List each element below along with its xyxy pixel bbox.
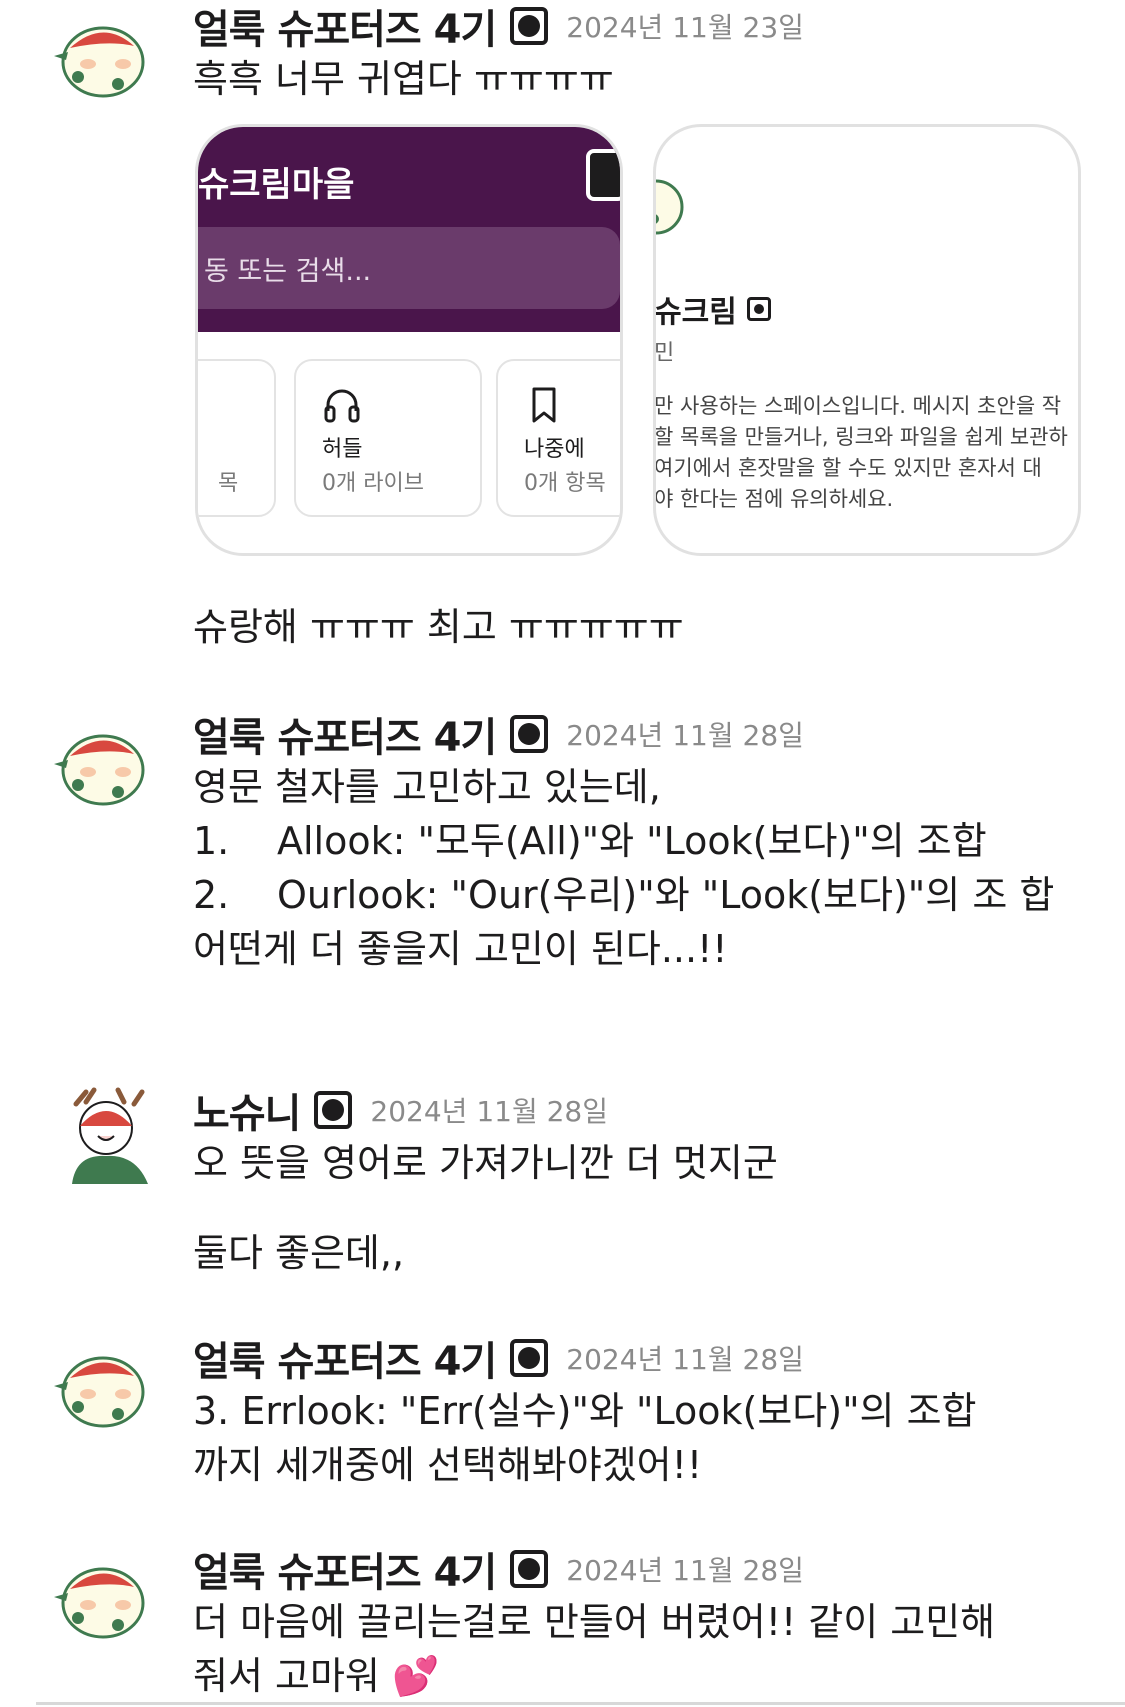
divider [36, 1702, 1125, 1705]
desc-line: 여기에서 혼잣말을 할 수도 있지만 혼자서 대 [654, 456, 1042, 480]
tile-later: 나중에 0개 항목 [496, 359, 620, 517]
message-text: 둘다 좋은데,, [193, 1231, 405, 1275]
profile-name: 슈크림 [654, 287, 771, 331]
avatar[interactable] [48, 1553, 158, 1643]
screenshot-preview-home[interactable]: 슈크림마을 동 또는 검색... 목 허들 0개 라이브 나중에 0개 항목 [195, 124, 623, 556]
tile-title: 나중에 [524, 437, 585, 462]
message-text: 까지 세개중에 선택해봐야겠어!! [193, 1443, 703, 1487]
list-text: Allook: "모두(All)"와 "Look(보다)"의 조합 [277, 819, 987, 863]
workspace-badge-icon [510, 7, 549, 45]
message-text: 흑흑 너무 귀엽다 ㅠㅠㅠㅠ [193, 57, 614, 101]
tile-sub: 0개 라이브 [322, 471, 424, 496]
timestamp[interactable]: 2024년 11월 28일 [370, 1090, 608, 1130]
author-name[interactable]: 얼룩 슈포터즈 4기 [193, 1540, 497, 1598]
author-name[interactable]: 얼룩 슈포터즈 4기 [193, 705, 497, 763]
profile-description: 만 사용하는 스페이스입니다. 메시지 초안을 작 할 목록을 만들거나, 링크… [654, 391, 1078, 515]
author-name[interactable]: 얼룩 슈포터즈 4기 [193, 0, 497, 55]
search-box: 동 또는 검색... [198, 227, 620, 309]
message-text: 슈랑해 ㅠㅠㅠ 최고 ㅠㅠㅠㅠㅠ [193, 605, 684, 649]
message-text: 더 마음에 끌리는걸로 만들어 버렸어!! 같이 고민해 [193, 1600, 996, 1644]
avatar[interactable] [48, 1342, 158, 1432]
timestamp[interactable]: 2024년 11월 28일 [566, 1549, 804, 1589]
list-number: 1. [193, 819, 230, 863]
author-name[interactable]: 얼룩 슈포터즈 4기 [193, 1329, 497, 1387]
message-text: 3. Errlook: "Err(실수)"와 "Look(보다)"의 조합 [193, 1389, 977, 1433]
tile-list: 목 [198, 359, 276, 517]
avatar[interactable] [48, 720, 158, 810]
bookmark-icon [532, 387, 556, 423]
timestamp[interactable]: 2024년 11월 28일 [566, 714, 804, 754]
workspace-name: 슈크림마을 [198, 165, 355, 205]
profile-avatar [656, 179, 684, 235]
workspace-icon [586, 149, 620, 201]
list-text: Ourlook: "Our(우리)"와 "Look(보다)"의 조 합 [277, 873, 1055, 917]
message-text: 영문 철자를 고민하고 있는데, [193, 765, 661, 809]
timestamp[interactable]: 2024년 11월 23일 [566, 6, 804, 46]
headphones-icon [324, 389, 360, 423]
image-attachments[interactable]: 슈크림마을 동 또는 검색... 목 허들 0개 라이브 나중에 0개 항목 슈… [193, 124, 1095, 564]
tile-huddle: 허들 0개 라이브 [294, 359, 482, 517]
workspace-header: 슈크림마을 동 또는 검색... [198, 127, 620, 332]
workspace-badge-icon [510, 1550, 549, 1588]
search-placeholder: 동 또는 검색... [204, 256, 372, 287]
message-text: 어떤게 더 좋을지 고민이 된다...!! [193, 927, 728, 971]
workspace-badge-icon [746, 297, 771, 321]
screenshot-preview-profile[interactable]: 슈크림 민 만 사용하는 스페이스입니다. 메시지 초안을 작 할 목록을 만들… [653, 124, 1081, 556]
workspace-badge-icon [314, 1091, 353, 1129]
author-name[interactable]: 노슈니 [193, 1081, 301, 1139]
message-text: 줘서 고마워 💕 [193, 1654, 440, 1698]
tile-title: 허들 [322, 437, 363, 462]
profile-name-text: 슈크림 [654, 295, 737, 330]
workspace-badge-icon [510, 715, 549, 753]
list-item: 2. Ourlook: "Our(우리)"와 "Look(보다)"의 조 합 [193, 868, 1095, 922]
desc-line: 만 사용하는 스페이스입니다. 메시지 초안을 작 [654, 394, 1062, 418]
desc-line: 할 목록을 만들거나, 링크와 파일을 쉽게 보관하 [654, 425, 1068, 449]
avatar[interactable] [48, 12, 158, 102]
message-text: 오 뜻을 영어로 가져가니깐 더 멋지군 [193, 1141, 778, 1185]
profile-role: 민 [654, 341, 675, 366]
tile-sub: 0개 항목 [524, 471, 606, 496]
list-item: 1. Allook: "모두(All)"와 "Look(보다)"의 조합 [193, 814, 1095, 868]
workspace-badge-icon [510, 1339, 549, 1377]
timestamp[interactable]: 2024년 11월 28일 [566, 1338, 804, 1378]
tile-sub: 목 [218, 471, 239, 496]
desc-line: 야 한다는 점에 유의하세요. [654, 487, 894, 511]
list-number: 2. [193, 873, 230, 917]
avatar[interactable] [56, 1084, 166, 1184]
